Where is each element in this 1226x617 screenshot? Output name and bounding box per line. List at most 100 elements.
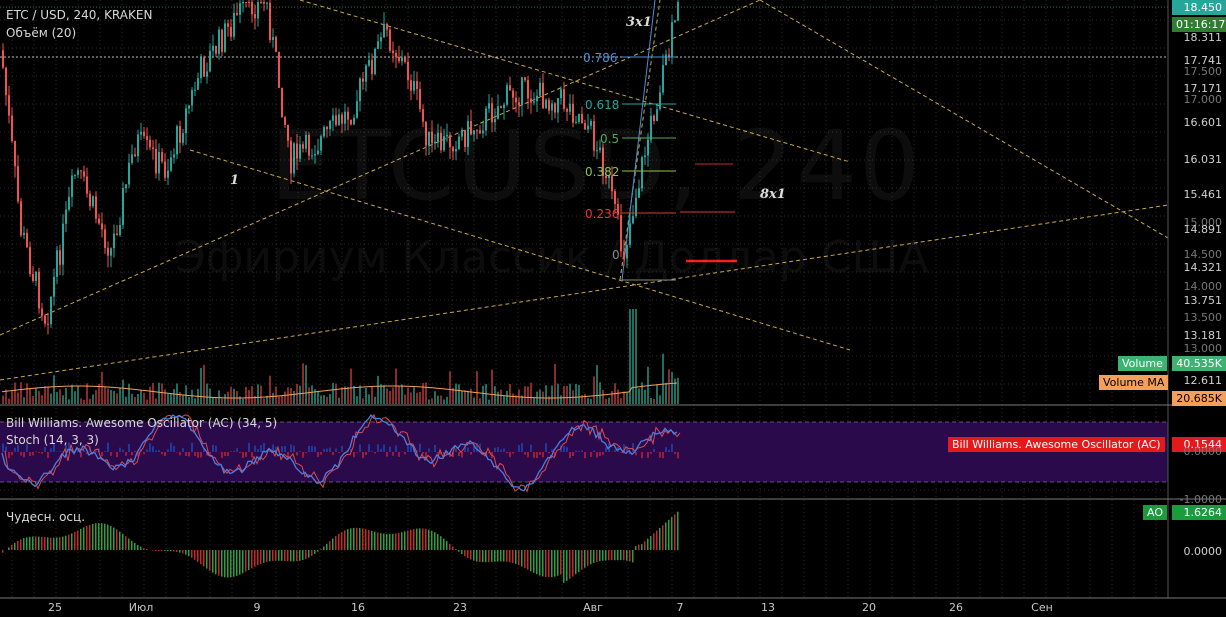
ao-bar xyxy=(626,550,628,561)
ac-bar xyxy=(461,452,463,458)
ao-bar xyxy=(422,528,424,550)
chart-canvas[interactable] xyxy=(0,0,1226,617)
ao-bar xyxy=(383,533,385,550)
ao-bar xyxy=(245,550,247,572)
volume-bar xyxy=(569,383,571,404)
candle-body xyxy=(65,209,67,224)
candle-body xyxy=(506,85,508,105)
volume-bar xyxy=(263,398,265,404)
volume-bar xyxy=(95,390,97,404)
volume-bar xyxy=(476,371,478,404)
volume-bar xyxy=(659,395,661,404)
ao-bar xyxy=(317,550,319,552)
ac-bar xyxy=(311,446,313,452)
ac-bar xyxy=(677,452,679,459)
volume-bar xyxy=(461,390,463,404)
volume-bar xyxy=(587,398,589,404)
candle-body xyxy=(128,162,130,185)
ao-bar xyxy=(512,550,514,563)
ao-legend-tag[interactable]: AO xyxy=(1143,505,1167,520)
volume-bar xyxy=(662,353,664,404)
ao-bar xyxy=(548,550,550,578)
stoch-study-title[interactable]: Stoch (14, 3, 3) xyxy=(6,433,99,447)
volume-study-title[interactable]: Объём (20) xyxy=(6,26,76,40)
ac-bar xyxy=(182,448,184,452)
symbol-title[interactable]: ETC / USD, 240, KRAKEN xyxy=(6,8,152,22)
grid xyxy=(0,0,1168,598)
ac-bar xyxy=(197,452,199,458)
ao-bar xyxy=(536,550,538,575)
volume-bar xyxy=(290,388,292,404)
candle-body xyxy=(164,161,166,178)
ao-bar xyxy=(62,536,64,550)
ac-bar xyxy=(161,452,163,455)
ac-bar xyxy=(581,450,583,452)
volume-legend-tag[interactable]: Volume xyxy=(1118,356,1167,371)
ac-bar xyxy=(185,452,187,457)
ao-bar xyxy=(296,550,298,562)
ao-bar xyxy=(206,550,208,569)
ac-bar xyxy=(635,452,637,456)
ao-bar xyxy=(272,550,274,561)
volume-bar xyxy=(488,399,490,404)
volume-bar xyxy=(392,387,394,404)
candle-body xyxy=(677,2,679,21)
ao-bar xyxy=(119,531,121,550)
ao-bar xyxy=(359,527,361,550)
candle-body xyxy=(89,193,91,207)
fib-level-0[interactable]: 0 xyxy=(612,248,620,262)
candle-body xyxy=(158,152,160,174)
ac-bar xyxy=(221,452,223,458)
candle-body xyxy=(239,3,241,15)
volume-bar xyxy=(377,375,379,404)
fib-level-0786[interactable]: 0.786 xyxy=(583,51,617,65)
ao-bar xyxy=(299,550,301,561)
ac-bar xyxy=(248,442,250,452)
ac-bar xyxy=(47,452,49,459)
ao-bar xyxy=(542,550,544,577)
fib-level-0618[interactable]: 0.618 xyxy=(585,98,619,112)
ao-bar xyxy=(521,550,523,567)
ao-bar xyxy=(494,550,496,562)
ac-bar xyxy=(593,450,595,452)
ac-bar xyxy=(29,452,31,457)
ao-bar xyxy=(464,550,466,557)
volume-ma-legend-tag[interactable]: Volume MA xyxy=(1099,375,1169,390)
ao-bar xyxy=(44,537,46,550)
ac-bar xyxy=(365,452,367,455)
ac-bar xyxy=(467,447,469,452)
fib-level-0382[interactable]: 0.382 xyxy=(585,165,619,179)
ac-bar xyxy=(524,452,526,455)
ao-study-title[interactable]: Чудесн. осц. xyxy=(6,510,85,524)
fib-level-0236[interactable]: 0.236 xyxy=(585,207,619,221)
ao-bar xyxy=(461,550,463,555)
ac-bar xyxy=(179,452,181,456)
candle-body xyxy=(563,89,565,109)
volume-bar xyxy=(473,397,475,404)
candle-body xyxy=(56,250,58,277)
ao-bar xyxy=(587,550,589,566)
ao-bar xyxy=(293,550,295,562)
candle-body xyxy=(92,196,94,207)
ac-bar xyxy=(50,448,52,452)
last-price-tag[interactable]: 18.450 xyxy=(1172,0,1226,15)
candle-body xyxy=(182,133,184,143)
ac-bar xyxy=(146,449,148,452)
ao-bar xyxy=(530,550,532,572)
candle-body xyxy=(74,174,76,176)
volume-bar xyxy=(353,385,355,404)
ac-legend-tag[interactable]: Bill Williams. Awesome Oscillator (AC) xyxy=(948,437,1165,452)
ac-bar xyxy=(542,452,544,458)
ao-bar xyxy=(440,536,442,550)
candle-body xyxy=(167,170,169,178)
candle-body xyxy=(59,250,61,265)
volume-bar xyxy=(620,398,622,404)
candle-body xyxy=(488,103,490,109)
ac-bar xyxy=(314,446,316,452)
fib-level-05[interactable]: 0.5 xyxy=(600,132,619,146)
ao-bar xyxy=(68,534,70,550)
ac-bar xyxy=(338,452,340,453)
candle-body xyxy=(362,78,364,82)
ao-bar xyxy=(35,536,37,550)
ac-study-title[interactable]: Bill Williams. Awesome Oscillator (AC) (… xyxy=(6,416,277,430)
